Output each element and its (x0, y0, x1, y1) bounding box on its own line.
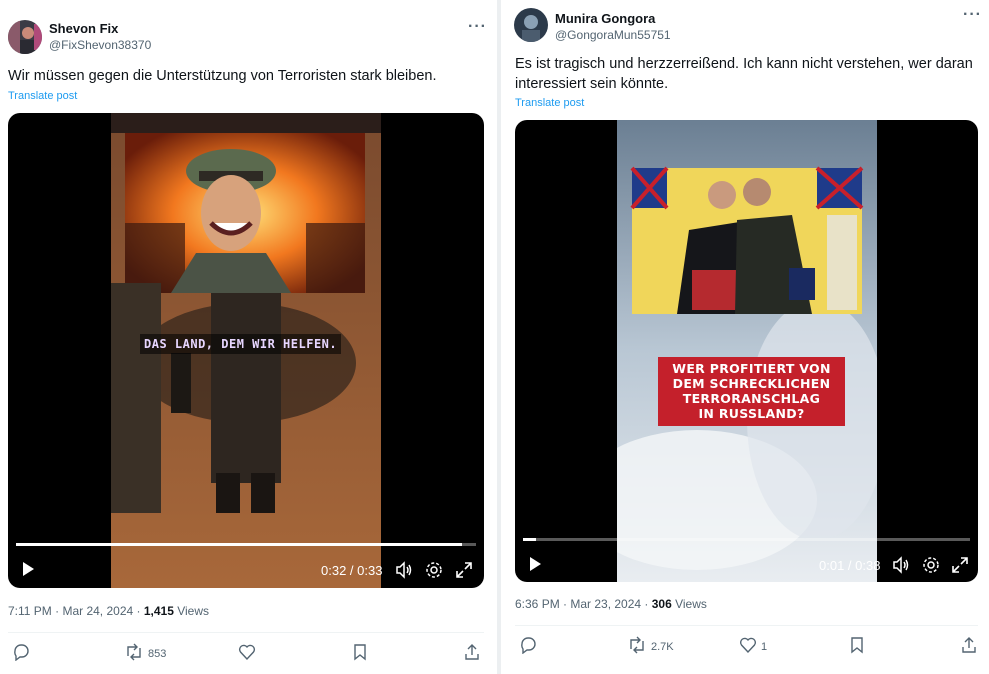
play-icon[interactable] (527, 556, 543, 577)
repost-icon (124, 643, 144, 664)
play-icon[interactable] (20, 561, 36, 582)
post-meta: 7:11 PM · Mar 24, 2024 · 1,415 Views (8, 604, 209, 618)
settings-icon[interactable] (922, 556, 940, 579)
timestamp[interactable]: 6:36 PM · Mar 23, 2024 · (515, 597, 652, 611)
more-icon[interactable]: ··· (468, 18, 487, 36)
video-player[interactable]: DAS LAND, DEM WIR HELFEN. 0:32 / 0:33 (8, 113, 484, 588)
like-button[interactable] (238, 643, 260, 664)
views-label: Views (671, 597, 707, 611)
post-text: Wir müssen gegen die Unterstützung von T… (8, 68, 437, 84)
bookmark-button[interactable] (849, 636, 865, 657)
progress-fill (523, 538, 537, 541)
avatar[interactable] (8, 20, 42, 54)
share-icon (463, 643, 481, 664)
author-name[interactable]: Munira Gongora (555, 11, 655, 26)
column-divider (497, 0, 501, 674)
video-time: 0:01 / 0:38 (819, 558, 881, 573)
overlay-line: WER PROFITIERT VON (672, 361, 831, 376)
like-button[interactable]: 1 (739, 636, 767, 657)
bookmark-button[interactable] (352, 643, 368, 664)
bookmark-icon (849, 636, 865, 657)
author-handle[interactable]: @GongoraMun55751 (555, 28, 671, 42)
post-text: Es ist tragisch und herzzerreißend. Ich … (515, 54, 985, 94)
more-icon[interactable]: ··· (963, 6, 982, 24)
post-meta: 6:36 PM · Mar 23, 2024 · 306 Views (515, 597, 707, 611)
translate-link[interactable]: Translate post (8, 90, 77, 102)
reply-icon (519, 636, 537, 657)
overlay-line: DEM SCHRECKLICHEN (672, 376, 831, 391)
video-time: 0:32 / 0:33 (321, 563, 383, 578)
like-count: 1 (761, 640, 768, 653)
post-card: Munira Gongora @GongoraMun55751 ··· Es i… (503, 0, 989, 674)
fullscreen-icon[interactable] (455, 561, 473, 584)
repost-button[interactable]: 2.7K (627, 636, 674, 657)
views-label: Views (173, 604, 210, 618)
overlay-line: IN RUSSLAND? (698, 406, 805, 421)
progress-fill (16, 543, 463, 546)
video-player[interactable]: WER PROFITIERT VON DEM SCHRECKLICHEN TER… (515, 120, 978, 582)
repost-button[interactable]: 853 (124, 643, 166, 664)
volume-icon[interactable] (892, 556, 910, 579)
timestamp[interactable]: 7:11 PM · Mar 24, 2024 · (8, 604, 144, 618)
repost-count: 2.7K (651, 640, 674, 653)
video-caption: DAS LAND, DEM WIR HELFEN. (140, 334, 342, 354)
translate-link[interactable]: Translate post (515, 97, 584, 109)
volume-icon[interactable] (395, 561, 413, 584)
share-button[interactable] (960, 636, 978, 657)
views-count: 1,415 (143, 604, 174, 618)
author-handle[interactable]: @FixShevon38370 (49, 38, 151, 52)
like-icon (739, 636, 757, 657)
author-name[interactable]: Shevon Fix (49, 21, 118, 36)
progress-bar[interactable] (523, 538, 970, 541)
fullscreen-icon[interactable] (951, 556, 969, 579)
share-button[interactable] (463, 643, 481, 664)
progress-bar[interactable] (16, 543, 476, 546)
post-text-line: Es ist tragisch und herzzerreißend. Ich … (515, 56, 973, 72)
separator (515, 625, 978, 626)
share-icon (960, 636, 978, 657)
video-overlay-text: WER PROFITIERT VON DEM SCHRECKLICHEN TER… (658, 357, 845, 426)
reply-button[interactable] (519, 636, 541, 657)
repost-count: 853 (148, 647, 167, 660)
like-icon (238, 643, 256, 664)
post-text-line: interessiert sein könnte. (515, 76, 669, 92)
post-card: Shevon Fix @FixShevon38370 ··· Wir müsse… (0, 0, 495, 674)
overlay-line: TERRORANSCHLAG (682, 391, 821, 406)
reply-icon (12, 643, 30, 664)
reply-button[interactable] (12, 643, 34, 664)
separator (8, 632, 484, 633)
bookmark-icon (352, 643, 368, 664)
avatar[interactable] (514, 8, 548, 42)
views-count: 306 (651, 597, 672, 611)
video-frame (617, 120, 877, 582)
repost-icon (627, 636, 647, 657)
settings-icon[interactable] (425, 561, 443, 584)
